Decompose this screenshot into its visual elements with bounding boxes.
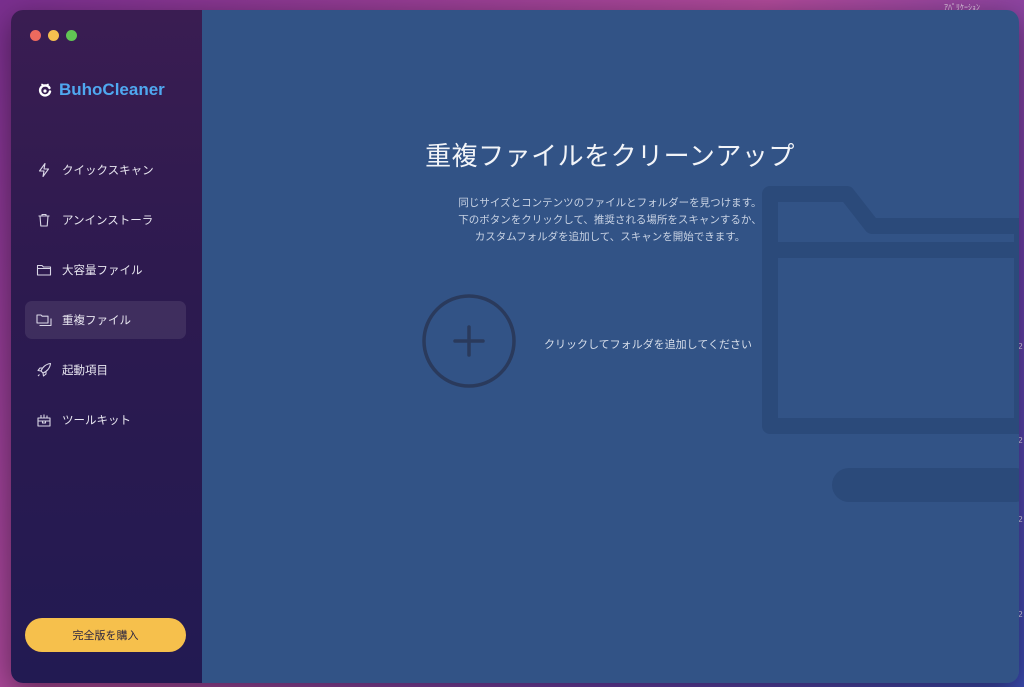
- description-line: カスタムフォルダを追加して、スキャンを開始できます。: [474, 231, 746, 243]
- toolkit-icon: [36, 412, 52, 428]
- window-controls: [30, 30, 77, 41]
- plus-circle-icon: [422, 294, 516, 388]
- sidebar-item-uninstaller[interactable]: アンインストーラ: [25, 201, 186, 239]
- sidebar-item-toolkit[interactable]: ツールキット: [25, 401, 186, 439]
- sidebar-nav: クイックスキャン アンインストーラ 大容量ファイル 重複ファイル 起動項目 ツー…: [25, 151, 186, 451]
- folder-icon: [36, 262, 52, 278]
- rocket-icon: [36, 362, 52, 378]
- minimize-button[interactable]: [48, 30, 59, 41]
- sidebar-item-label: 大容量ファイル: [62, 263, 143, 277]
- sidebar-item-label: クイックスキャン: [62, 163, 154, 177]
- sidebar-item-label: アンインストーラ: [62, 213, 154, 227]
- duplicate-folder-icon: [36, 312, 52, 328]
- brand-name: BuhoCleaner: [59, 80, 165, 99]
- add-folder-button[interactable]: [421, 293, 517, 389]
- page-title: 重複ファイルをクリーンアップ: [425, 142, 795, 172]
- sidebar-item-quick-scan[interactable]: クイックスキャン: [25, 151, 186, 189]
- brand: BuhoCleaner: [37, 80, 165, 100]
- lightning-icon: [36, 162, 52, 178]
- buy-full-version-button[interactable]: 完全版を購入: [25, 618, 186, 652]
- close-button[interactable]: [30, 30, 41, 41]
- page-description: 同じサイズとコンテンツのファイルとフォルダーを見つけます。 下のボタンをクリック…: [202, 195, 1018, 246]
- sidebar-item-duplicate-files[interactable]: 重複ファイル: [25, 301, 186, 339]
- trash-icon: [36, 212, 52, 228]
- sidebar-item-label: ツールキット: [62, 413, 131, 427]
- zoom-button[interactable]: [66, 30, 77, 41]
- sidebar-item-startup-items[interactable]: 起動項目: [25, 351, 186, 389]
- description-line: 下のボタンをクリックして、推奨される場所をスキャンするか、: [458, 214, 762, 226]
- buho-logo-icon: [38, 83, 52, 97]
- sidebar-item-label: 重複ファイル: [62, 313, 131, 327]
- sidebar: BuhoCleaner クイックスキャン アンインストーラ 大容量ファイル 重複…: [11, 10, 202, 683]
- add-folder-label[interactable]: クリックしてフォルダを追加してください: [544, 336, 752, 352]
- sidebar-item-label: 起動項目: [62, 363, 108, 377]
- main-panel: 重複ファイルをクリーンアップ 同じサイズとコンテンツのファイルとフォルダーを見つ…: [202, 10, 1019, 683]
- description-line: 同じサイズとコンテンツのファイルとフォルダーを見つけます。: [458, 197, 762, 209]
- sidebar-item-large-files[interactable]: 大容量ファイル: [25, 251, 186, 289]
- app-window: BuhoCleaner クイックスキャン アンインストーラ 大容量ファイル 重複…: [11, 10, 1019, 683]
